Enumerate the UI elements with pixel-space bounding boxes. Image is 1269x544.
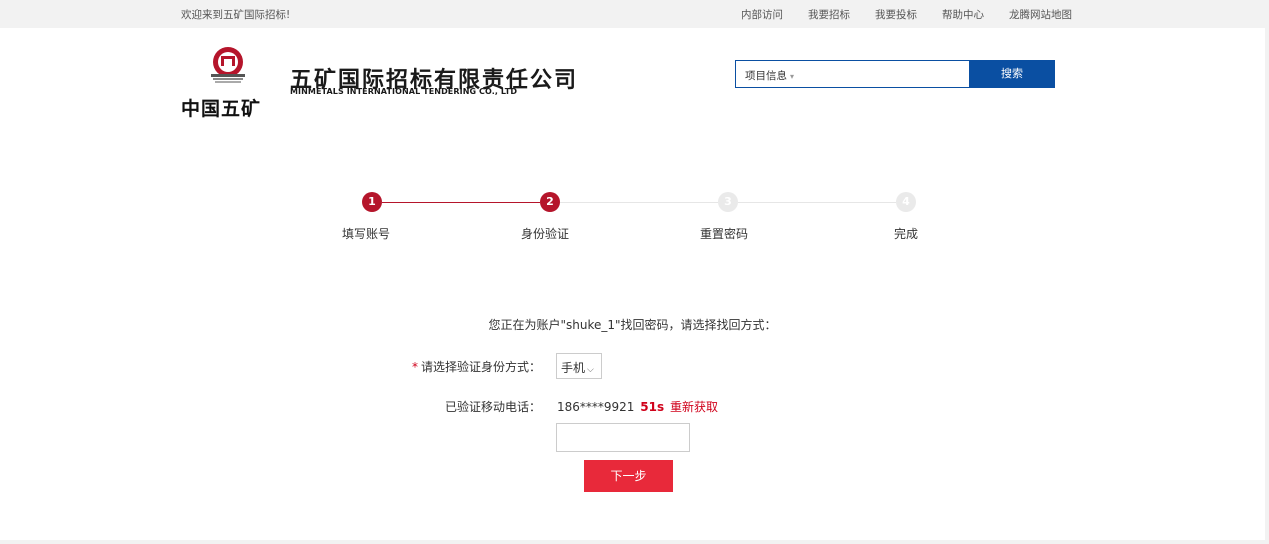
verify-method-select[interactable]: 手机 ⌵ xyxy=(556,353,602,379)
link-bid[interactable]: 我要投标 xyxy=(875,7,917,22)
account-notice: 您正在为账户"shuke_1"找回密码，请选择找回方式： xyxy=(488,318,777,332)
step-4-label: 完成 xyxy=(893,227,918,241)
top-links: 内部访问 我要招标 我要投标 帮助中心 龙腾网站地图 xyxy=(716,7,1072,22)
step-1-label: 填写账号 xyxy=(341,227,390,241)
resend-countdown: 51s xyxy=(640,400,665,414)
resend-code-link[interactable]: 重新获取 xyxy=(670,400,718,414)
step-2-circle: 2 xyxy=(540,192,560,212)
phone-info: 186****9921 51s 重新获取 xyxy=(557,398,718,415)
verification-code-input[interactable] xyxy=(556,423,690,452)
step-connector-3 xyxy=(738,202,896,203)
step-connector-2 xyxy=(560,202,718,203)
welcome-text: 欢迎来到五矿国际招标! xyxy=(181,9,291,21)
progress-steps: 1 2 3 4 填写账号 身份验证 重置密码 完成 xyxy=(0,28,1265,288)
chevron-down-icon: ⌵ xyxy=(587,365,594,375)
required-mark: * xyxy=(411,360,418,374)
step-3-circle: 3 xyxy=(718,192,738,212)
step-connector-1 xyxy=(382,202,540,203)
link-help-center[interactable]: 帮助中心 xyxy=(942,7,984,22)
phone-number: 186****9921 xyxy=(557,400,635,414)
step-4-circle: 4 xyxy=(896,192,916,212)
step-2-label: 身份验证 xyxy=(520,227,569,241)
link-tender[interactable]: 我要招标 xyxy=(808,7,850,22)
phone-label: 已验证移动电话： xyxy=(444,400,541,414)
method-label: * 请选择验证身份方式： xyxy=(411,360,541,374)
link-internal-access[interactable]: 内部访问 xyxy=(741,7,783,22)
next-step-button[interactable]: 下一步 xyxy=(584,460,673,492)
step-1-circle: 1 xyxy=(362,192,382,212)
main-page: 中国五矿 五矿国际招标有限责任公司 MINMETALS INTERNATIONA… xyxy=(0,28,1265,540)
step-3-label: 重置密码 xyxy=(699,227,748,241)
top-bar: 欢迎来到五矿国际招标! 内部访问 我要招标 我要投标 帮助中心 龙腾网站地图 xyxy=(0,0,1269,28)
link-sitemap[interactable]: 龙腾网站地图 xyxy=(1009,7,1072,22)
